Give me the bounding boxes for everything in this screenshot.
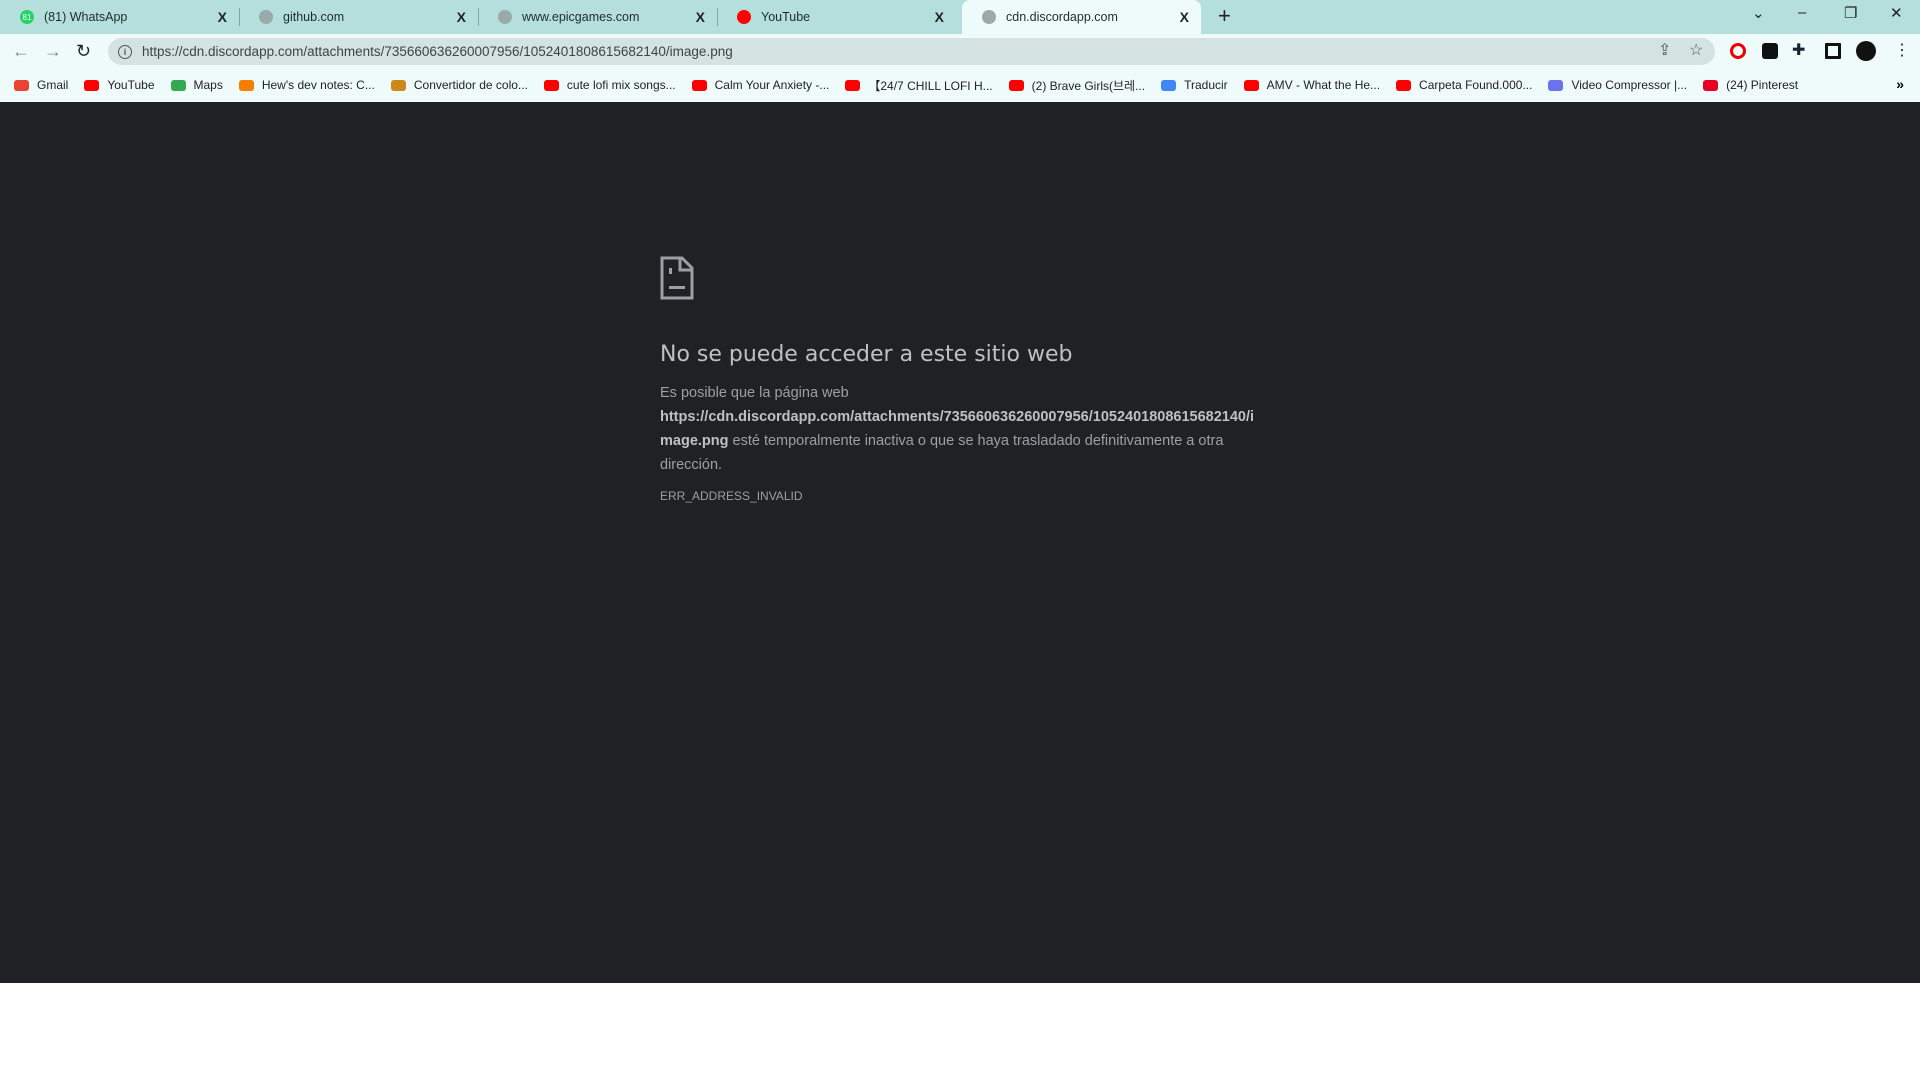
new-tab-button[interactable]: +	[1218, 3, 1231, 29]
bookmark-item[interactable]: (24) Pinterest	[1703, 78, 1798, 92]
extensions-puzzle-icon[interactable]: ✚	[1792, 40, 1805, 60]
close-tab-icon[interactable]: X	[1180, 9, 1189, 25]
tab-strip: 81 (81) WhatsApp Xgithub.com Xwww.epicgames…	[0, 0, 1920, 34]
extension-icon[interactable]	[1762, 43, 1778, 59]
bookmark-favicon-icon	[543, 79, 559, 91]
tab-title: (81) WhatsApp	[44, 10, 128, 24]
bookmark-label: Maps	[193, 78, 223, 92]
bookmark-label: YouTube	[107, 78, 155, 92]
bookmark-item[interactable]: Carpeta Found.000...	[1396, 78, 1532, 92]
tab-title: cdn.discordapp.com	[1006, 10, 1118, 24]
bookmark-star-icon[interactable]: ☆	[1689, 40, 1703, 60]
tab[interactable]: github.com X	[239, 0, 478, 34]
tab-separator	[717, 8, 718, 26]
bookmark-item[interactable]: 【24/7 CHILL LOFI H...	[845, 77, 993, 94]
share-icon[interactable]: ⇪	[1658, 40, 1671, 60]
bookmark-favicon-icon	[84, 79, 100, 91]
avatar[interactable]	[1856, 41, 1876, 61]
globe-icon	[498, 10, 512, 24]
bookmark-label: Traducir	[1184, 78, 1228, 92]
bookmark-label: Carpeta Found.000...	[1419, 78, 1533, 92]
error-code: ERR_ADDRESS_INVALID	[660, 489, 803, 503]
bookmark-label: (24) Pinterest	[1726, 78, 1799, 92]
close-tab-icon[interactable]: X	[218, 9, 227, 25]
bookmark-favicon-icon	[1396, 79, 1412, 91]
bookmarks-bar: Gmail YouTube Maps Hew's dev notes: C... Con…	[0, 68, 1920, 102]
bookmark-label: Gmail	[37, 78, 69, 92]
forward-button[interactable]: →	[44, 41, 62, 62]
tab-search-icon[interactable]: ⌄	[1752, 4, 1765, 22]
tab[interactable]: cdn.discordapp.com X	[962, 0, 1201, 34]
error-description: Es posible que la página web https://cdn.…	[660, 381, 1260, 477]
bookmark-favicon-icon	[390, 79, 406, 91]
bookmark-favicon-icon	[170, 79, 186, 91]
tab[interactable]: www.epicgames.com X	[478, 0, 717, 34]
globe-icon	[982, 10, 996, 24]
bookmark-label: (2) Brave Girls(브레...	[1031, 78, 1146, 93]
tab[interactable]: YouTube X	[717, 0, 956, 34]
tab-separator	[478, 8, 479, 26]
bookmark-item[interactable]: Calm Your Anxiety -...	[691, 78, 830, 92]
more-bookmarks-icon[interactable]: »	[1896, 76, 1904, 92]
globe-icon	[259, 10, 273, 24]
bookmark-item[interactable]: Traducir	[1161, 78, 1228, 92]
description-rest: esté temporalmente inactiva o que se hay…	[660, 433, 1224, 473]
menu-icon[interactable]: ⋮	[1894, 40, 1910, 60]
bookmark-label: Calm Your Anxiety -...	[714, 78, 830, 92]
tab-title: YouTube	[761, 10, 811, 24]
close-tab-icon[interactable]: X	[696, 9, 705, 25]
address-bar[interactable]: i https://cdn.discordapp.com/attachments…	[108, 38, 1715, 65]
bookmark-label: Video Compressor |...	[1571, 78, 1688, 92]
bookmark-item[interactable]: Hew's dev notes: C...	[238, 78, 375, 92]
close-tab-icon[interactable]: X	[457, 9, 466, 25]
bookmark-favicon-icon	[1703, 79, 1719, 91]
bookmark-label: Hew's dev notes: C...	[261, 78, 375, 92]
bookmark-favicon-icon	[1008, 79, 1024, 91]
bookmark-favicon-icon	[1548, 79, 1564, 91]
sad-document-icon	[660, 256, 694, 300]
reload-button[interactable]: ↻	[76, 41, 91, 62]
bookmark-favicon-icon	[1161, 79, 1177, 91]
tab[interactable]: 81 (81) WhatsApp X	[0, 0, 239, 34]
tab-title: www.epicgames.com	[522, 10, 640, 24]
bookmark-favicon-icon	[1243, 79, 1259, 91]
bookmark-item[interactable]: Convertidor de colo...	[390, 78, 528, 92]
bookmark-label: 【24/7 CHILL LOFI H...	[868, 78, 993, 93]
back-button[interactable]: ←	[12, 41, 30, 62]
toolbar: ← → ↻ i https://cdn.discordapp.com/attac…	[0, 34, 1920, 68]
bookmark-label: cute lofi mix songs...	[566, 78, 676, 92]
close-window-button[interactable]: ✕	[1890, 4, 1903, 22]
opera-extension-icon[interactable]	[1730, 43, 1746, 59]
tab-separator	[239, 8, 240, 26]
error-page: No se puede acceder a este sitio web Es …	[0, 102, 1920, 983]
side-panel-icon[interactable]	[1825, 43, 1841, 59]
bookmark-favicon-icon	[845, 79, 861, 91]
bookmark-item[interactable]: YouTube	[84, 78, 155, 92]
bookmark-item[interactable]: (2) Brave Girls(브레...	[1008, 77, 1146, 94]
whatsapp-icon: 81	[20, 10, 34, 24]
bookmark-item[interactable]: AMV - What the He...	[1243, 78, 1381, 92]
info-icon[interactable]: i	[118, 44, 132, 59]
bookmark-favicon-icon	[14, 79, 29, 91]
bookmark-item[interactable]: cute lofi mix songs...	[543, 78, 676, 92]
restore-button[interactable]: ❐	[1844, 4, 1857, 22]
description-intro: Es posible que la página web	[660, 385, 849, 401]
tab-title: github.com	[283, 10, 345, 24]
bookmark-item[interactable]: Maps	[170, 78, 223, 92]
bookmark-favicon-icon	[238, 79, 254, 91]
bookmark-item[interactable]: Video Compressor |...	[1548, 78, 1687, 92]
bookmark-label: AMV - What the He...	[1266, 78, 1381, 92]
minimize-button[interactable]: –	[1798, 4, 1806, 21]
close-tab-icon[interactable]: X	[935, 9, 944, 25]
youtube-icon	[737, 10, 751, 24]
address-text[interactable]: https://cdn.discordapp.com/attachments/7…	[142, 44, 733, 59]
bookmark-label: Convertidor de colo...	[413, 78, 528, 92]
bookmark-favicon-icon	[691, 79, 707, 91]
bookmark-item[interactable]: Gmail	[14, 78, 68, 92]
error-title: No se puede acceder a este sitio web	[660, 342, 1073, 367]
